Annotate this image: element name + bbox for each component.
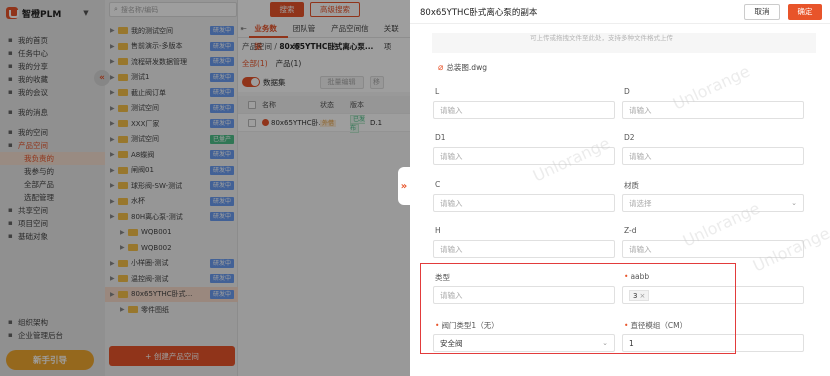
field-label: Z-d: [624, 226, 636, 235]
cancel-label: 取消: [754, 7, 770, 16]
attachment-item[interactable]: ⌀ 总装图.dwg: [438, 62, 487, 73]
cancel-button[interactable]: 取消: [744, 3, 780, 20]
drawer-header: 80x65YTHC卧式离心泵的副本 取消 确定: [410, 0, 830, 24]
field-label: L: [435, 87, 439, 96]
field-label-text: 材质: [624, 181, 639, 190]
text-field[interactable]: 请输入: [622, 101, 804, 119]
field-placeholder: 请输入: [629, 244, 652, 254]
field-placeholder: 请输入: [629, 105, 652, 115]
field-label-text: D: [624, 87, 630, 96]
paperclip-icon: ⌀: [438, 62, 444, 73]
app-window: 智橙PLM ▼ ▪ 我的首页 ▪ 任务中心 ▪ 我的分享 ▪ 我的收藏 ▪ 我的会议 ▪ 我的消息 ▪ 我…: [0, 0, 830, 376]
field-label-text: D1: [435, 133, 446, 142]
field-label-text: Z-d: [624, 226, 637, 235]
field-label-text: H: [435, 226, 441, 235]
field-placeholder: 请输入: [440, 198, 463, 208]
chevron-down-icon: ⌄: [791, 199, 797, 207]
expand-drawer-icon[interactable]: »: [398, 167, 410, 205]
confirm-button[interactable]: 确定: [788, 3, 822, 20]
text-field[interactable]: 请输入: [433, 101, 615, 119]
field-label: H: [435, 226, 441, 235]
field-placeholder: 请输入: [440, 151, 463, 161]
field-label: D1: [435, 133, 446, 142]
highlight-box: [420, 263, 736, 354]
confirm-label: 确定: [797, 7, 813, 16]
text-field[interactable]: 请输入: [622, 147, 804, 165]
field-label: C: [435, 180, 440, 189]
field-label: D: [624, 87, 630, 96]
text-field[interactable]: 请输入: [433, 240, 615, 258]
field-label: D2: [624, 133, 635, 142]
text-field[interactable]: 请输入: [433, 194, 615, 212]
upload-notice[interactable]: 可上传或拖拽文件至此处，支持多种文件格式上传: [432, 33, 816, 53]
field-placeholder: 请输入: [629, 151, 652, 161]
modal-overlay[interactable]: [0, 0, 410, 376]
field-placeholder: 请输入: [440, 105, 463, 115]
field-label-text: D2: [624, 133, 635, 142]
drawer-title: 80x65YTHC卧式离心泵的副本: [420, 7, 538, 18]
field-placeholder: 请选择: [629, 198, 652, 208]
field-label-text: L: [435, 87, 440, 96]
field-placeholder: 请输入: [440, 244, 463, 254]
attachment-name[interactable]: 总装图.dwg: [446, 62, 487, 73]
field-label: 材质: [624, 180, 639, 191]
field-label-text: C: [435, 180, 441, 189]
select-field[interactable]: 请选择 ⌄: [622, 194, 804, 212]
